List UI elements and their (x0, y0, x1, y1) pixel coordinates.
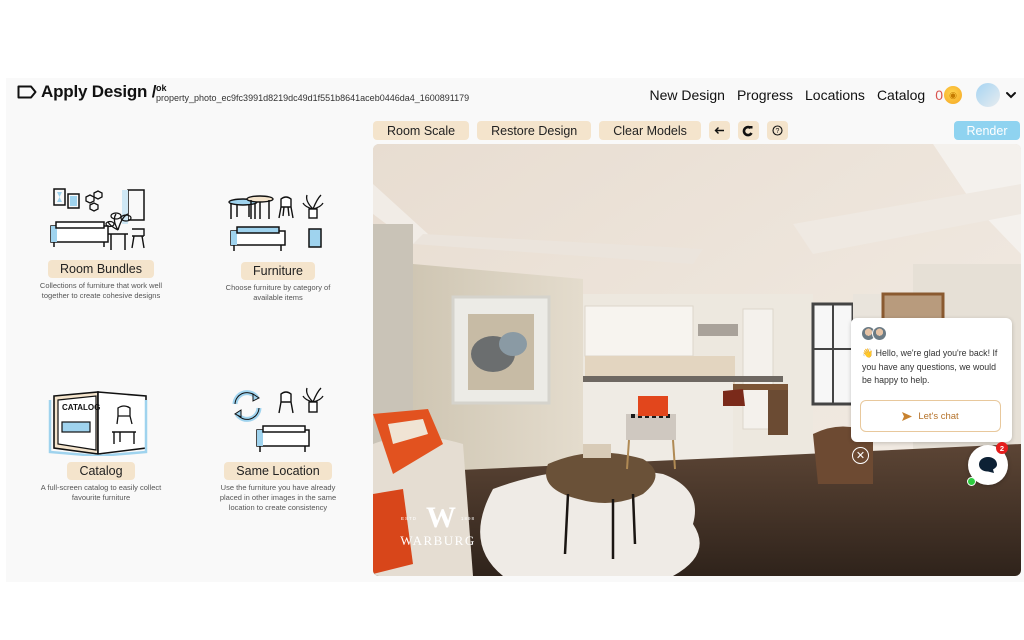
magnet-icon (743, 125, 754, 136)
chat-message: 👋 Hello, we're glad you're back! If you … (862, 347, 1007, 388)
furniture-illustration (228, 194, 324, 251)
chevron-down-icon[interactable] (1004, 88, 1018, 102)
option-description: Use the furniture you have already place… (219, 483, 337, 512)
catalog-illustration: CATALOG (48, 391, 148, 456)
option-room-bundles[interactable]: Room Bundles Collections of furniture th… (31, 184, 171, 301)
design-toolbar: Room Scale Restore Design Clear Models ? (373, 121, 788, 140)
svg-text:?: ? (775, 128, 779, 135)
breadcrumb-status: ok (156, 83, 167, 93)
warburg-watermark: W ESTD 1898 WARBURG (393, 503, 483, 549)
chat-message-text: Hello, we're glad you're back! If you ha… (862, 348, 998, 385)
close-icon: ✕ (855, 450, 866, 462)
lets-chat-label: Let's chat (918, 410, 959, 422)
nav-progress[interactable]: Progress (737, 87, 793, 103)
watermark-year: 1898 (460, 516, 475, 521)
option-label: Catalog (67, 462, 135, 480)
option-label: Same Location (224, 462, 332, 480)
option-label: Room Bundles (48, 260, 154, 278)
agent-avatar (872, 326, 887, 341)
send-icon (902, 411, 913, 421)
help-button[interactable]: ? (766, 121, 788, 140)
room-bundles-illustration (50, 188, 145, 250)
chat-popup: 👋 Hello, we're glad you're back! If you … (851, 318, 1012, 442)
watermark-name: WARBURG (400, 533, 476, 548)
clear-models-button[interactable]: Clear Models (599, 121, 701, 140)
render-button[interactable]: Render (954, 121, 1020, 140)
tag-outline-icon[interactable] (17, 85, 37, 99)
top-nav: New Design Progress Locations Catalog 0 … (637, 83, 1018, 107)
option-label: Furniture (240, 262, 316, 280)
close-chat-button[interactable]: ✕ (852, 447, 869, 464)
option-furniture[interactable]: Furniture Choose furniture by category o… (208, 191, 348, 303)
lets-chat-button[interactable]: Let's chat (860, 400, 1001, 432)
waving-hand-icon: 👋 (862, 348, 874, 358)
option-description: A full-screen catalog to easily collect … (40, 483, 162, 502)
user-avatar[interactable] (976, 83, 1000, 107)
page-title: Apply Design / (41, 82, 157, 101)
same-location-illustration (232, 387, 324, 452)
option-description: Collections of furniture that work well … (39, 281, 163, 300)
option-same-location[interactable]: Same Location Use the furniture you have… (208, 386, 348, 513)
catalog-illustration-text: CATALOG (62, 403, 100, 412)
magnet-button[interactable] (737, 121, 759, 140)
option-catalog[interactable]: CATALOG Catalog A full-screen catalog to… (31, 386, 171, 503)
room-scale-button[interactable]: Room Scale (373, 121, 470, 140)
breadcrumb-filename: property_photo_ec9fc3991d8219dc49d1f551b… (156, 93, 470, 103)
option-description: Choose furniture by category of availabl… (225, 283, 331, 302)
coin-icon[interactable]: ◉ (944, 86, 962, 104)
nav-new-design[interactable]: New Design (649, 87, 724, 103)
agent-avatars (861, 326, 887, 341)
nav-catalog[interactable]: Catalog (877, 87, 925, 103)
restore-design-button[interactable]: Restore Design (477, 121, 592, 140)
undo-button[interactable] (708, 121, 730, 140)
nav-locations[interactable]: Locations (805, 87, 865, 103)
help-icon: ? (772, 125, 783, 136)
chat-bubble-icon (979, 457, 997, 473)
unread-badge: 2 (996, 442, 1008, 454)
online-status-dot (967, 477, 976, 486)
undo-arrow-icon (714, 127, 724, 134)
watermark-estd: ESTD (401, 516, 418, 521)
header: Apply Design / ok property_photo_ec9fc39… (6, 78, 1024, 112)
coin-count: 0 (935, 87, 943, 103)
